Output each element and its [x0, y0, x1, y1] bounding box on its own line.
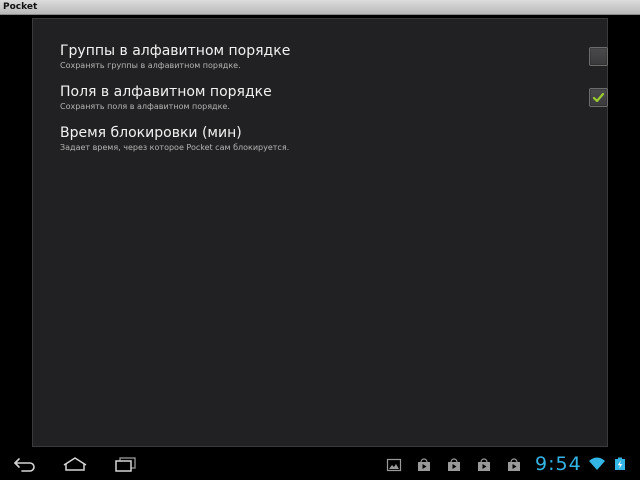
- play-store-icon[interactable]: [446, 458, 462, 472]
- pref-title: Группы в алфавитном порядке: [60, 43, 291, 59]
- checkmark-icon: [592, 92, 605, 103]
- recent-apps-icon[interactable]: [113, 455, 139, 473]
- pref-lock-time[interactable]: Время блокировки (мин) Задает время, чер…: [60, 125, 590, 161]
- gallery-icon[interactable]: [386, 458, 402, 472]
- window-titlebar: Pocket: [0, 0, 640, 15]
- tablet-screen: Pocket Группы в алфавитном порядке Сохра…: [0, 0, 640, 480]
- pref-sort-groups[interactable]: Группы в алфавитном порядке Сохранять гр…: [60, 43, 608, 79]
- pref-sort-fields[interactable]: Поля в алфавитном порядке Сохранять поля…: [60, 84, 608, 120]
- wifi-icon[interactable]: [588, 457, 606, 471]
- window-title: Pocket: [3, 2, 38, 12]
- play-store-icon[interactable]: [476, 458, 492, 472]
- pref-title: Время блокировки (мин): [60, 125, 242, 141]
- play-store-icon[interactable]: [506, 458, 522, 472]
- preferences-panel: Группы в алфавитном порядке Сохранять гр…: [32, 18, 608, 447]
- home-icon[interactable]: [61, 455, 89, 473]
- pref-title: Поля в алфавитном порядке: [60, 84, 272, 100]
- pref-summary: Задает время, через которое Pocket сам б…: [60, 143, 290, 152]
- battery-icon[interactable]: [612, 457, 628, 471]
- status-clock[interactable]: 9:54: [535, 453, 582, 475]
- back-icon[interactable]: [12, 455, 38, 473]
- pref-summary: Сохранять группы в алфавитном порядке.: [60, 61, 241, 70]
- pref-summary: Сохранять поля в алфавитном порядке.: [60, 102, 230, 111]
- system-navigation-bar: 9:54: [0, 449, 640, 480]
- play-store-icon[interactable]: [416, 458, 432, 472]
- sort-fields-checkbox[interactable]: [589, 88, 608, 107]
- sort-groups-checkbox[interactable]: [589, 47, 608, 66]
